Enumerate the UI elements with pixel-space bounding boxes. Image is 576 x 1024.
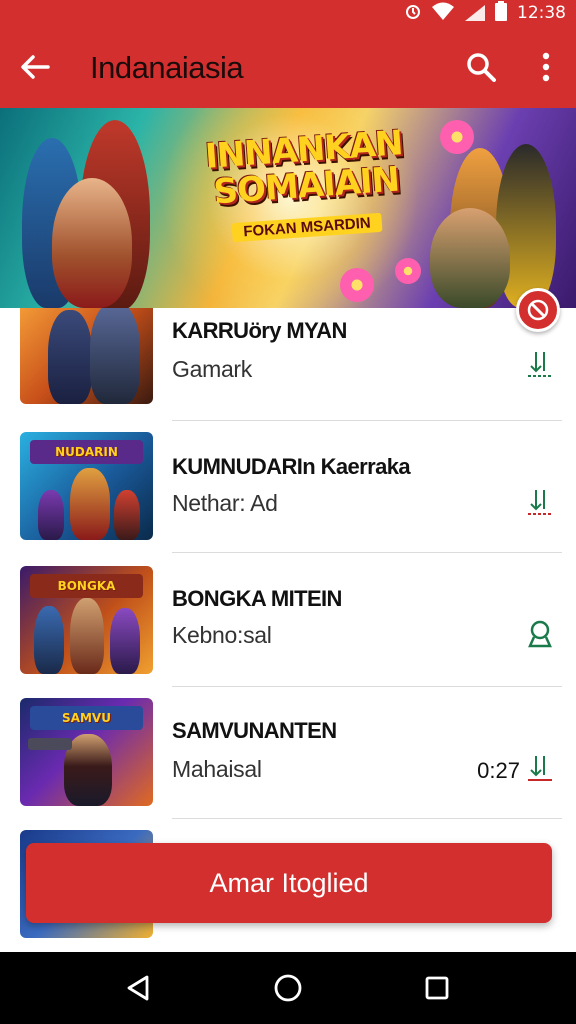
share-icon (527, 299, 549, 321)
share-badge-button[interactable] (516, 288, 560, 332)
download-button[interactable] (520, 482, 560, 522)
nav-back-button[interactable] (118, 968, 158, 1008)
nav-back-icon (127, 975, 149, 1001)
status-icons: 12:38 (405, 0, 566, 26)
game-thumbnail: SAMVU (20, 698, 153, 806)
item-subtitle: Gamark (172, 356, 252, 382)
item-title: KUMNUDARIn Kaerraka (172, 454, 411, 479)
status-bar: 12:38 (0, 0, 576, 26)
banner-hero-figure (430, 208, 510, 308)
page-title: Indanaiasia (90, 50, 244, 85)
banner-title: INNANKAN SOMAIAIN (203, 123, 404, 213)
nav-home-icon (274, 974, 302, 1002)
list-divider (172, 420, 562, 421)
back-button[interactable] (14, 46, 56, 88)
thumbnail-logo: BONGKA (30, 574, 143, 598)
primary-action-button[interactable]: Amar Itoglied (26, 843, 552, 923)
item-duration: 0:27 (477, 758, 520, 783)
thumbnail-weapon (28, 738, 72, 750)
list-divider (172, 818, 562, 819)
nav-recents-icon (425, 976, 449, 1000)
app-bar: Indanaiasia (0, 26, 576, 108)
location-button[interactable] (520, 614, 560, 654)
list-item[interactable]: KARRUöry MYAN Gamark (0, 308, 576, 428)
banner-flower (440, 120, 474, 154)
status-time: 12:38 (517, 3, 566, 23)
wifi-icon (431, 2, 455, 25)
thumbnail-character (38, 490, 64, 540)
game-thumbnail: NUDARIN (20, 432, 153, 540)
alarm-icon (405, 2, 421, 25)
promo-banner[interactable]: INNANKAN SOMAIAIN FOKAN MSARDIN (0, 108, 576, 308)
game-thumbnail: BONGKA (20, 566, 153, 674)
thumbnail-logo: NUDARIN (30, 440, 143, 464)
thumbnail-character (114, 490, 140, 540)
back-arrow-icon (21, 55, 50, 79)
download-icon (528, 352, 552, 377)
item-title: BONGKA MITEIN (172, 586, 342, 611)
battery-icon (495, 0, 507, 26)
download-button[interactable] (520, 344, 560, 384)
list-divider (172, 552, 562, 553)
signal-icon (465, 5, 485, 21)
game-thumbnail (20, 308, 153, 404)
list-item[interactable]: SAMVU SAMVUNANTEN Mahaisal 0:27 (0, 696, 576, 828)
list-divider (172, 686, 562, 687)
nav-recents-button[interactable] (417, 968, 457, 1008)
banner-flower (395, 258, 421, 284)
list-item[interactable]: BONGKA BONGKA MITEIN Kebno:sal (0, 564, 576, 696)
item-subtitle: Kebno:sal (172, 622, 272, 648)
banner-flower (340, 268, 374, 302)
nav-home-button[interactable] (268, 968, 308, 1008)
item-subtitle: Mahaisal (172, 756, 262, 782)
thumbnail-character (70, 598, 104, 674)
download-icon (528, 490, 552, 515)
banner-hero-figure (52, 178, 132, 308)
search-icon (467, 53, 496, 82)
item-subtitle: Nethar: Ad (172, 490, 278, 516)
thumbnail-character (90, 308, 140, 404)
thumbnail-character (70, 468, 110, 540)
list-item[interactable]: NUDARIN KUMNUDARIn Kaerraka Nethar: Ad (0, 430, 576, 562)
item-title: SAMVUNANTEN (172, 718, 337, 743)
thumbnail-logo: SAMVU (30, 706, 143, 730)
system-nav-bar (0, 952, 576, 1024)
more-vert-icon (542, 52, 550, 82)
thumbnail-character (110, 608, 140, 674)
download-icon (528, 756, 552, 781)
search-button[interactable] (460, 46, 502, 88)
thumbnail-character (34, 606, 64, 674)
download-button[interactable] (520, 748, 560, 788)
thumbnail-character (48, 310, 92, 404)
more-options-button[interactable] (526, 46, 566, 88)
location-pin-icon (528, 620, 552, 648)
item-title: KARRUöry MYAN (172, 318, 347, 343)
